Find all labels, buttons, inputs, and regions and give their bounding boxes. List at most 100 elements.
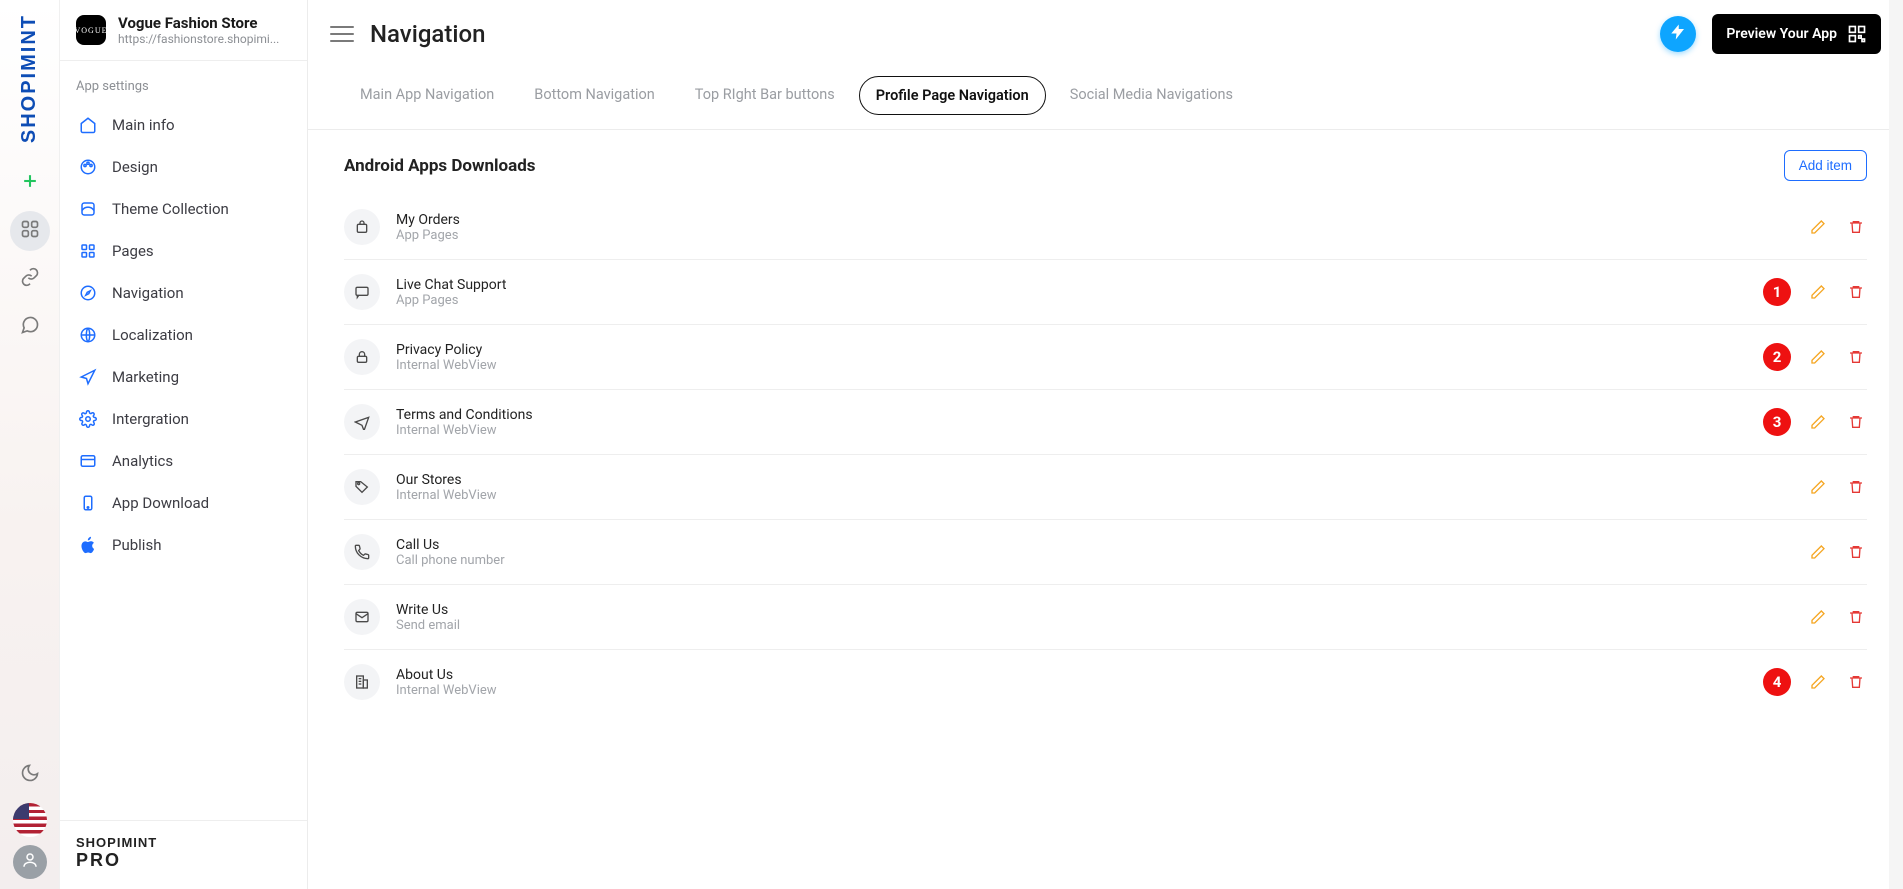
sidebar-item-analytics[interactable]: Analytics (60, 440, 307, 482)
tab-main-app-navigation[interactable]: Main App Navigation (344, 76, 510, 115)
icon-rail: SHOPIMINT (0, 0, 60, 889)
preview-app-button[interactable]: Preview Your App (1712, 14, 1881, 54)
nav-item-row[interactable]: About UsInternal WebView4 (344, 650, 1867, 714)
qr-icon (1847, 24, 1867, 44)
delete-item-button[interactable] (1845, 411, 1867, 433)
delete-item-button[interactable] (1845, 476, 1867, 498)
sidebar-item-app-download[interactable]: App Download (60, 482, 307, 524)
sidebar-item-theme-collection[interactable]: Theme Collection (60, 188, 307, 230)
delete-item-button[interactable] (1845, 671, 1867, 693)
download-icon (78, 494, 98, 512)
brand-logo-vertical: SHOPIMINT (18, 14, 41, 143)
sidebar-item-pages[interactable]: Pages (60, 230, 307, 272)
tab-social-media-navigations[interactable]: Social Media Navigations (1054, 76, 1249, 115)
tab-top-right-bar-buttons[interactable]: Top RIght Bar buttons (679, 76, 851, 115)
item-subtitle: Internal WebView (396, 423, 533, 438)
nav-item-row[interactable]: Terms and ConditionsInternal WebView3 (344, 390, 1867, 455)
delete-item-button[interactable] (1845, 346, 1867, 368)
item-subtitle: Internal WebView (396, 358, 497, 373)
content-subheader: Android Apps Downloads Add item (344, 150, 1867, 181)
item-type-icon (344, 274, 380, 310)
item-title: My Orders (396, 212, 460, 228)
item-title: Live Chat Support (396, 277, 506, 293)
user-avatar[interactable] (13, 845, 47, 879)
nav-item-row[interactable]: Call UsCall phone number (344, 520, 1867, 585)
delete-item-button[interactable] (1845, 281, 1867, 303)
edit-item-button[interactable] (1807, 216, 1829, 238)
nav-item-row[interactable]: Live Chat SupportApp Pages1 (344, 260, 1867, 325)
item-title: Our Stores (396, 472, 497, 488)
link-icon (20, 267, 40, 291)
edit-item-button[interactable] (1807, 346, 1829, 368)
send-icon (78, 368, 98, 386)
annotation-badge: 1 (1763, 278, 1791, 306)
grid-icon (20, 219, 40, 243)
edit-item-button[interactable] (1807, 411, 1829, 433)
add-item-button[interactable]: Add item (1784, 150, 1867, 181)
sidebar-item-marketing[interactable]: Marketing (60, 356, 307, 398)
scrollbar[interactable] (1889, 0, 1903, 889)
annotation-badge: 4 (1763, 668, 1791, 696)
items-list: My OrdersApp PagesLive Chat SupportApp P… (344, 195, 1867, 714)
item-type-icon (344, 469, 380, 505)
edit-item-button[interactable] (1807, 281, 1829, 303)
sidebar-item-label: Intergration (112, 410, 189, 428)
nav-item-row[interactable]: Privacy PolicyInternal WebView2 (344, 325, 1867, 390)
delete-item-button[interactable] (1845, 216, 1867, 238)
sidebar-toggle[interactable] (330, 22, 354, 46)
item-type-icon (344, 664, 380, 700)
nav-item-row[interactable]: My OrdersApp Pages (344, 195, 1867, 260)
edit-item-button[interactable] (1807, 606, 1829, 628)
plus-icon (20, 171, 40, 195)
theme-icon (78, 200, 98, 218)
sidebar-nav-list: Main info Design Theme Collection Pages … (60, 100, 307, 570)
tabs: Main App Navigation Bottom Navigation To… (308, 68, 1903, 130)
palette-icon (78, 158, 98, 176)
sidebar-item-label: Main info (112, 116, 175, 134)
sidebar-item-label: Navigation (112, 284, 184, 302)
edit-item-button[interactable] (1807, 476, 1829, 498)
sidebar: VOGUE Vogue Fashion Store https://fashio… (60, 0, 308, 889)
nav-item-row[interactable]: Our StoresInternal WebView (344, 455, 1867, 520)
sidebar-item-design[interactable]: Design (60, 146, 307, 188)
sidebar-item-label: App Download (112, 494, 209, 512)
sidebar-item-label: Analytics (112, 452, 173, 470)
quick-action-button[interactable] (1660, 16, 1696, 52)
edit-item-button[interactable] (1807, 541, 1829, 563)
item-subtitle: Internal WebView (396, 488, 497, 503)
pages-icon (78, 242, 98, 260)
store-header[interactable]: VOGUE Vogue Fashion Store https://fashio… (60, 0, 307, 61)
store-logo: VOGUE (76, 15, 106, 45)
sidebar-item-navigation[interactable]: Navigation (60, 272, 307, 314)
moon-icon (20, 763, 40, 787)
tab-bottom-navigation[interactable]: Bottom Navigation (518, 76, 670, 115)
sidebar-item-main-info[interactable]: Main info (60, 104, 307, 146)
item-type-icon (344, 209, 380, 245)
item-type-icon (344, 339, 380, 375)
user-icon (21, 851, 39, 873)
sidebar-item-label: Localization (112, 326, 193, 344)
item-title: Privacy Policy (396, 342, 497, 358)
delete-item-button[interactable] (1845, 541, 1867, 563)
rail-chat-button[interactable] (10, 307, 50, 347)
sidebar-item-integration[interactable]: Intergration (60, 398, 307, 440)
nav-item-row[interactable]: Write UsSend email (344, 585, 1867, 650)
edit-item-button[interactable] (1807, 671, 1829, 693)
item-subtitle: Internal WebView (396, 683, 497, 698)
sidebar-section-label: App settings (60, 61, 307, 100)
rail-apps-button[interactable] (10, 211, 50, 251)
rail-add-button[interactable] (10, 163, 50, 203)
sidebar-item-label: Pages (112, 242, 154, 260)
delete-item-button[interactable] (1845, 606, 1867, 628)
locale-flag-us[interactable] (13, 803, 47, 837)
item-title: Terms and Conditions (396, 407, 533, 423)
rail-link-button[interactable] (10, 259, 50, 299)
rail-theme-toggle[interactable] (10, 755, 50, 795)
store-name: Vogue Fashion Store (118, 14, 279, 32)
preview-app-label: Preview Your App (1726, 26, 1837, 42)
sidebar-item-localization[interactable]: Localization (60, 314, 307, 356)
tab-profile-page-navigation[interactable]: Profile Page Navigation (859, 76, 1046, 115)
sidebar-item-publish[interactable]: Publish (60, 524, 307, 566)
analytics-icon (78, 452, 98, 470)
sidebar-item-label: Marketing (112, 368, 179, 386)
